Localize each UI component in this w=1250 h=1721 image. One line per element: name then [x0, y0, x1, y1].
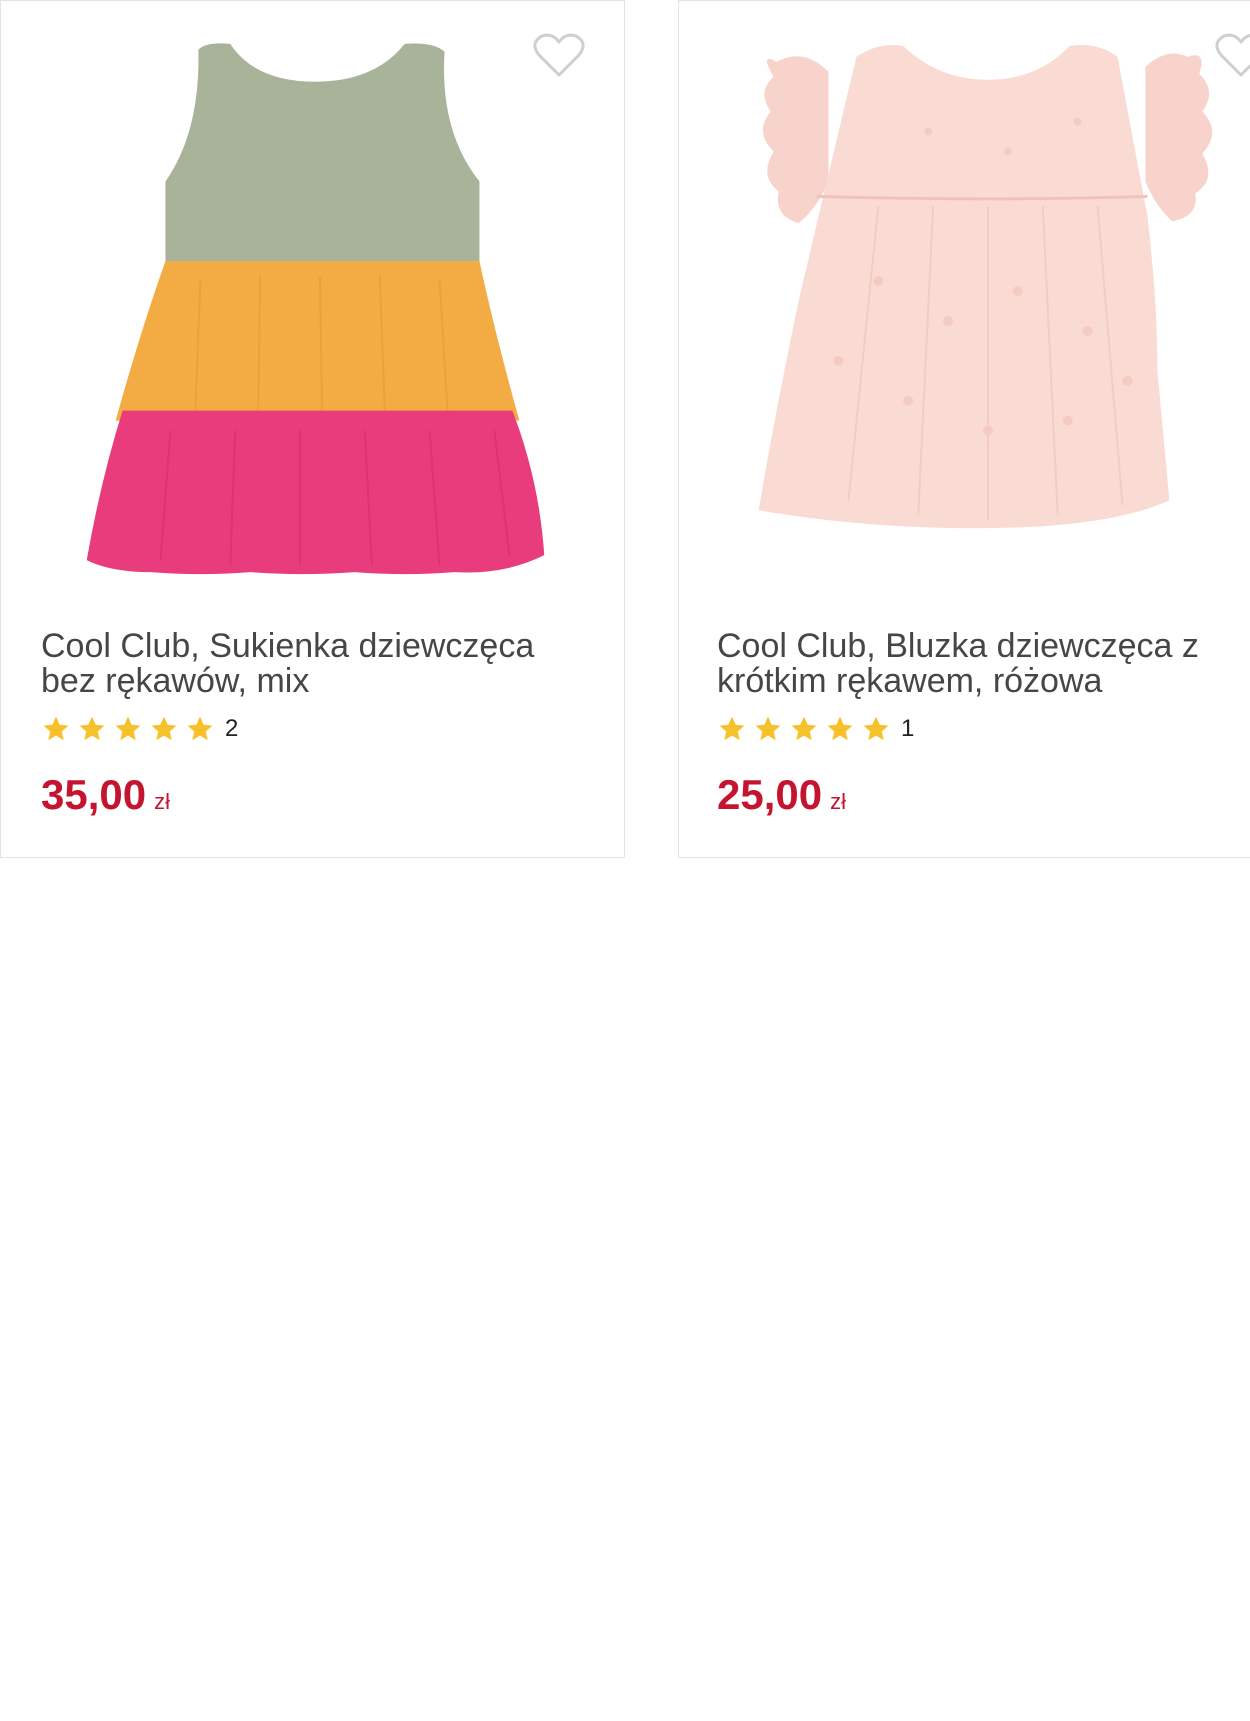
price-value: 25,00	[717, 771, 823, 818]
rating-count: 2	[225, 715, 239, 742]
product-price: 35,00 zł	[41, 771, 170, 826]
product-image[interactable]	[1, 1, 624, 601]
star-icon	[79, 716, 105, 741]
product-image[interactable]	[679, 1, 1250, 601]
heart-icon[interactable]	[532, 31, 586, 79]
currency-label: zł	[830, 789, 846, 814]
rating-count: 1	[901, 715, 915, 742]
price-value: 35,00	[41, 771, 147, 818]
star-icon	[187, 716, 213, 741]
star-icon	[827, 716, 853, 741]
star-icon	[755, 716, 781, 741]
star-icon	[43, 716, 69, 741]
star-icon	[115, 716, 141, 741]
star-icon	[151, 716, 177, 741]
product-price: 25,00 zł	[717, 771, 846, 826]
product-card[interactable]: Cool Club, Sukienka dziewczęca bez rękaw…	[0, 0, 625, 858]
product-rating: 2	[41, 713, 238, 745]
product-title[interactable]: Cool Club, Sukienka dziewczęca bez rękaw…	[41, 629, 594, 699]
star-icon	[863, 716, 889, 741]
currency-label: zł	[154, 789, 170, 814]
product-grid: Cool Club, Sukienka dziewczęca bez rękaw…	[0, 0, 1250, 1721]
product-rating: 1	[717, 713, 914, 745]
product-card[interactable]: Cool Club, Bluzka dziewczęca z krótkim r…	[678, 0, 1250, 858]
heart-icon[interactable]	[1214, 31, 1250, 79]
star-icon	[719, 716, 745, 741]
star-icon	[791, 716, 817, 741]
product-title[interactable]: Cool Club, Bluzka dziewczęca z krótkim r…	[717, 629, 1250, 699]
